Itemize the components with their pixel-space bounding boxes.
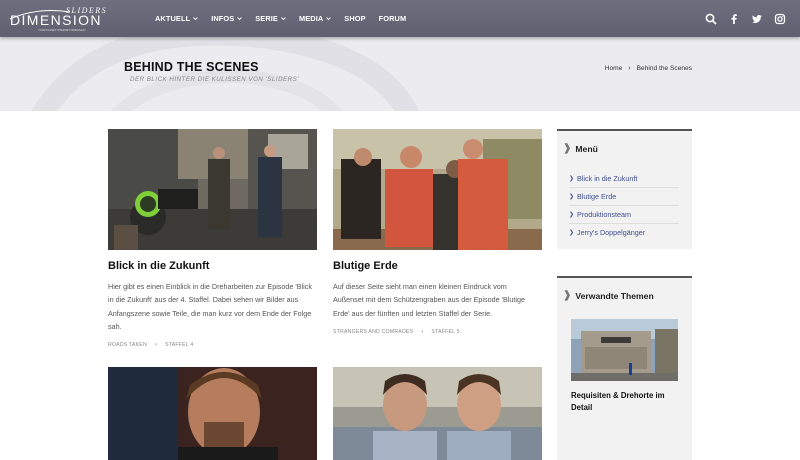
social-icons (705, 0, 786, 37)
related-post-thumbnail[interactable] (571, 319, 678, 381)
meta-separator: › (154, 342, 158, 349)
chevron-down-icon (326, 16, 332, 21)
nav-item-label: AKTUELL (155, 14, 191, 23)
post-excerpt: Hier gibt es einen Einblick in die Dreha… (108, 282, 312, 331)
nav-item-infos[interactable]: INFOS (211, 14, 243, 23)
sidebar-menu-widget: ❱ Menü ❯ Blick in die Zukunft ❯ Blutige Er… (557, 129, 692, 249)
nav-item-forum[interactable]: FORUM (379, 14, 407, 23)
post-excerpt: Auf dieser Seite sieht man einen kleinen… (333, 282, 525, 318)
chevron-down-icon (281, 16, 286, 21)
post-thumbnail[interactable] (333, 129, 542, 250)
sidebar-menu-item[interactable]: ❯ Jerry's Doppelgänger (569, 224, 679, 241)
widget-title: ❱ Verwandte Themen (563, 290, 680, 301)
post-title[interactable]: Blick in die Zukunft (108, 260, 317, 272)
chevron-right-icon: ❯ (569, 176, 575, 182)
nav-item-label: SERIE (255, 14, 278, 23)
title-marker-icon: ❱ (563, 290, 572, 301)
widget-title: ❱ Menü (563, 143, 680, 154)
facebook-icon[interactable] (728, 13, 740, 25)
logo-sub-text: YOUR PLANET INTERNET DIMENSION (38, 28, 85, 32)
nav-item-label: INFOS (211, 14, 235, 23)
nav-item-serie[interactable]: SERIE (255, 14, 286, 23)
title-marker-icon: ❱ (563, 143, 572, 154)
sidebar-related-widget: ❱ Verwandte Themen Requisiten & Drehorte… (557, 276, 692, 460)
logo-main-text: DIMENSION (10, 12, 102, 28)
sidebar-menu-list: ❯ Blick in die Zukunft ❯ Blutige Erde ❯ Pro… (569, 170, 679, 241)
post-card (333, 367, 542, 460)
widget-title-text: Verwandte Themen (575, 290, 654, 301)
related-post-title[interactable]: Requisiten & Drehorte im Detail (571, 390, 680, 413)
page-header: BEHIND THE SCENES DER BLICK HINTER DIE K… (0, 37, 800, 111)
sidebar-menu-item[interactable]: ❯ Blutige Erde (569, 188, 679, 206)
related-post: Requisiten & Drehorte im Detail (571, 319, 680, 413)
chevron-right-icon: ❯ (569, 230, 575, 236)
sidebar-menu-item[interactable]: ❯ Produktionsteam (569, 206, 679, 224)
post-tag[interactable]: STAFFEL 5 (431, 329, 459, 335)
sidebar-menu-item-label: Blick in die Zukunft (577, 174, 638, 183)
post-thumbnail[interactable] (108, 367, 317, 460)
nav-item-media[interactable]: MEDIA (298, 14, 332, 23)
twitter-icon[interactable] (751, 13, 763, 25)
instagram-icon[interactable] (774, 13, 786, 25)
widget-title-text: Menü (575, 143, 598, 154)
post-tag[interactable]: STRANGERS AND COMRADES (333, 329, 413, 335)
meta-separator: › (421, 328, 424, 335)
nav-item-aktuell[interactable]: AKTUELL (155, 14, 199, 23)
nav-item-label: SHOP (344, 14, 366, 23)
breadcrumb-home-link[interactable]: Home (605, 65, 623, 72)
breadcrumb: Home › Behind the Scenes (605, 65, 692, 72)
sliders-dimension-logo[interactable]: SLIDERS DIMENSION YOUR PLANET INTERNET D… (8, 3, 143, 33)
page-title: BEHIND THE SCENES (124, 60, 259, 74)
breadcrumb-current: Behind the Scenes (636, 65, 692, 72)
search-icon[interactable] (705, 13, 717, 25)
post-thumbnail[interactable] (333, 367, 542, 460)
post-meta: ROADS TAKEN › STAFFEL 4 (108, 342, 317, 348)
post-card (108, 367, 317, 460)
post-card: Blutige Erde Auf dieser Seite sieht man … (333, 129, 542, 335)
post-meta: STRANGERS AND COMRADES › STAFFEL 5 (333, 329, 542, 335)
breadcrumb-separator: › (628, 65, 631, 72)
post-tag[interactable]: ROADS TAKEN (108, 342, 147, 348)
chevron-down-icon (237, 16, 243, 21)
chevron-down-icon (193, 16, 199, 21)
chevron-right-icon: ❯ (569, 212, 575, 218)
decorative-swirl (31, 37, 420, 111)
sidebar-menu-item-label: Produktionsteam (577, 210, 631, 219)
main-nav: AKTUELL INFOS SERIE MEDIA SHOP FORUM (155, 0, 419, 37)
nav-item-label: MEDIA (298, 14, 324, 23)
top-navigation-bar: SLIDERS DIMENSION YOUR PLANET INTERNET D… (0, 0, 800, 37)
sidebar-menu-item-label: Jerry's Doppelgänger (577, 228, 646, 237)
post-title[interactable]: Blutige Erde (333, 260, 542, 272)
chevron-right-icon: ❯ (569, 194, 575, 200)
post-card: Blick in die Zukunft Hier gibt es einen … (108, 129, 317, 348)
post-tag[interactable]: STAFFEL 4 (165, 342, 193, 348)
sidebar-menu-item-label: Blutige Erde (577, 192, 617, 201)
page-subtitle: DER BLICK HINTER DIE KULISSEN VON 'SLIDE… (130, 76, 299, 83)
post-thumbnail[interactable] (108, 129, 317, 250)
nav-item-shop[interactable]: SHOP (344, 14, 365, 23)
sidebar-menu-item[interactable]: ❯ Blick in die Zukunft (569, 170, 679, 188)
nav-item-label: FORUM (378, 14, 407, 23)
